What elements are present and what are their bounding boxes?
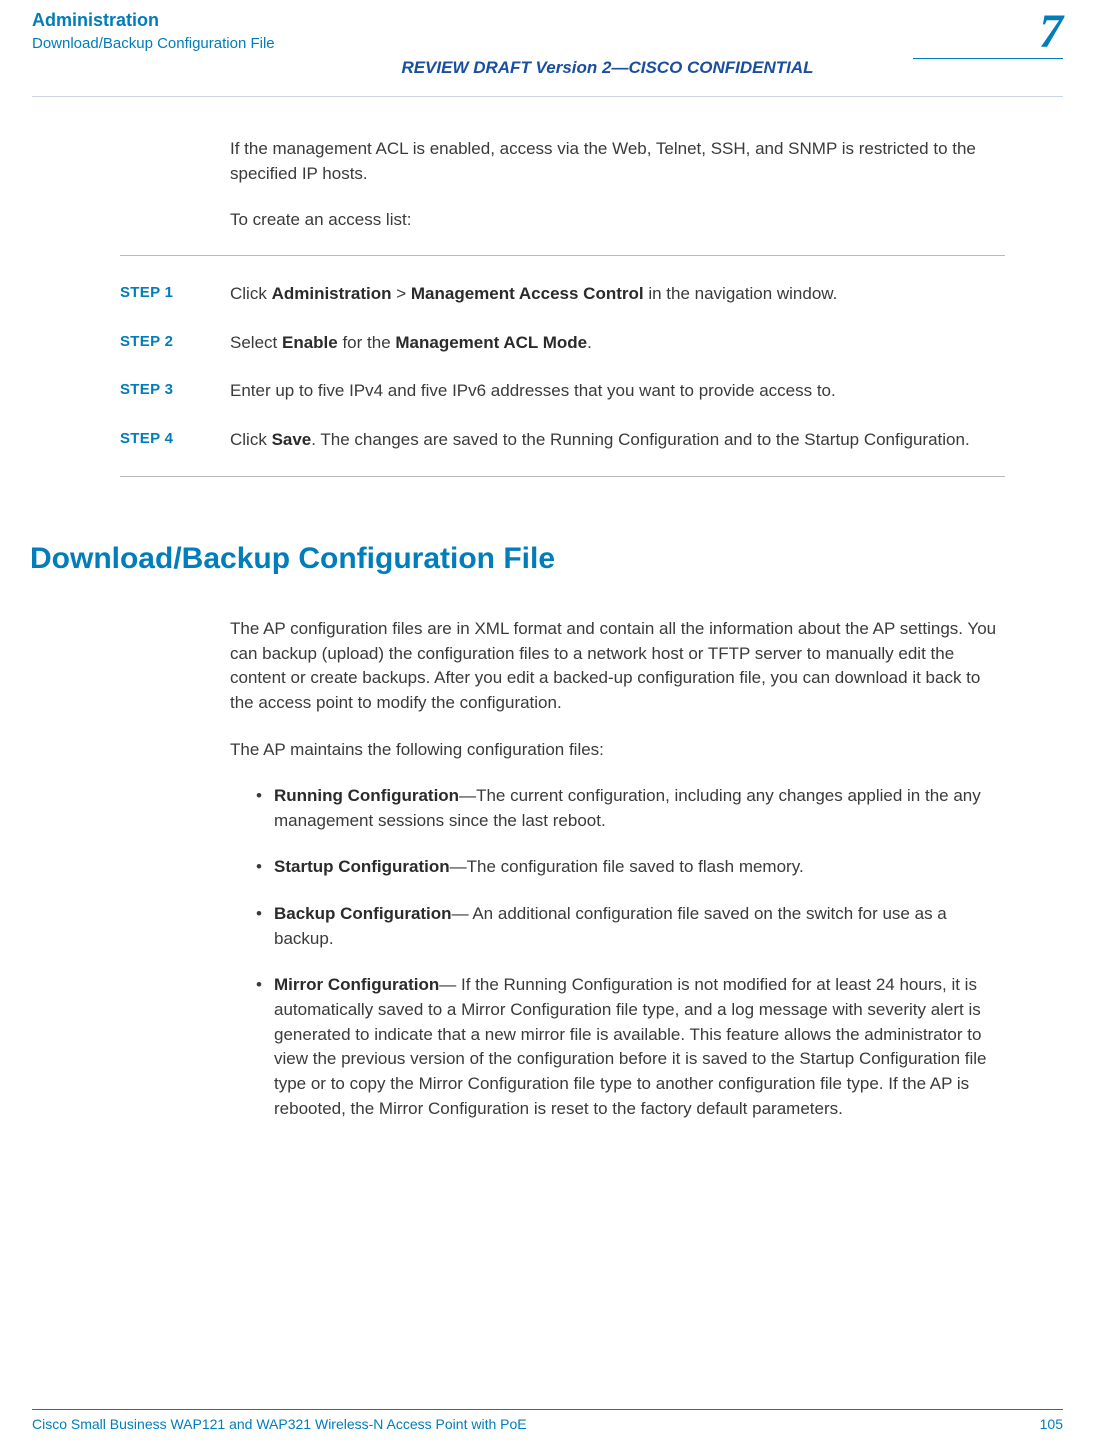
step-text: Select Enable for the Management ACL Mod… (230, 333, 592, 352)
item-title: Mirror Configuration (274, 975, 439, 994)
list-item: Backup Configuration— An additional conf… (256, 902, 1005, 951)
text: . The changes are saved to the Running C… (311, 430, 969, 449)
bold: Management Access Control (411, 284, 644, 303)
review-banner: REVIEW DRAFT Version 2—CISCO CONFIDENTIA… (152, 58, 1063, 78)
text: Click (230, 430, 272, 449)
config-list: Running Configuration—The current config… (256, 784, 1005, 1121)
section-heading: Download/Backup Configuration File (30, 537, 1005, 581)
item-title: Backup Configuration (274, 904, 452, 923)
text: > (392, 284, 411, 303)
step-4: STEP 4 Click Save. The changes are saved… (230, 428, 1005, 453)
intro-paragraph-2: To create an access list: (230, 208, 1005, 233)
item-text: —The configuration file saved to flash m… (450, 857, 804, 876)
step-label: STEP 3 (120, 379, 173, 401)
chapter-title: Administration (32, 10, 1063, 31)
text: for the (338, 333, 396, 352)
step-2: STEP 2 Select Enable for the Management … (230, 331, 1005, 356)
chapter-number: 7 (1039, 4, 1063, 59)
step-text: Click Administration > Management Access… (230, 284, 837, 303)
footer-left: Cisco Small Business WAP121 and WAP321 W… (32, 1416, 527, 1432)
breadcrumb: Download/Backup Configuration File (32, 35, 1063, 52)
step-3: STEP 3 Enter up to five IPv4 and five IP… (230, 379, 1005, 404)
steps-divider-top (120, 255, 1005, 256)
step-label: STEP 2 (120, 331, 173, 353)
bold: Administration (272, 284, 392, 303)
item-text: — If the Running Configuration is not mo… (274, 975, 987, 1117)
bold: Management ACL Mode (395, 333, 587, 352)
section-paragraph-2: The AP maintains the following configura… (230, 738, 1005, 763)
step-text: Click Save. The changes are saved to the… (230, 430, 970, 449)
step-label: STEP 4 (120, 428, 173, 450)
text: Select (230, 333, 282, 352)
text: . (587, 333, 592, 352)
header-accent-line (913, 58, 1063, 59)
list-item: Running Configuration—The current config… (256, 784, 1005, 833)
step-label: STEP 1 (120, 282, 173, 304)
intro-paragraph-1: If the management ACL is enabled, access… (230, 137, 1005, 186)
list-item: Mirror Configuration— If the Running Con… (256, 973, 1005, 1121)
list-item: Startup Configuration—The configuration … (256, 855, 1005, 880)
page-header: Administration Download/Backup Configura… (0, 0, 1095, 78)
page-number: 105 (1040, 1416, 1063, 1432)
section-paragraph-1: The AP configuration files are in XML fo… (230, 617, 1005, 716)
page-footer: Cisco Small Business WAP121 and WAP321 W… (32, 1409, 1063, 1432)
text: in the navigation window. (644, 284, 838, 303)
step-1: STEP 1 Click Administration > Management… (230, 282, 1005, 307)
item-title: Running Configuration (274, 786, 459, 805)
page-content: If the management ACL is enabled, access… (0, 97, 1095, 1121)
bold: Save (272, 430, 312, 449)
item-title: Startup Configuration (274, 857, 450, 876)
text: Click (230, 284, 272, 303)
step-text: Enter up to five IPv4 and five IPv6 addr… (230, 381, 836, 400)
bold: Enable (282, 333, 338, 352)
steps-divider-bottom (120, 476, 1005, 477)
